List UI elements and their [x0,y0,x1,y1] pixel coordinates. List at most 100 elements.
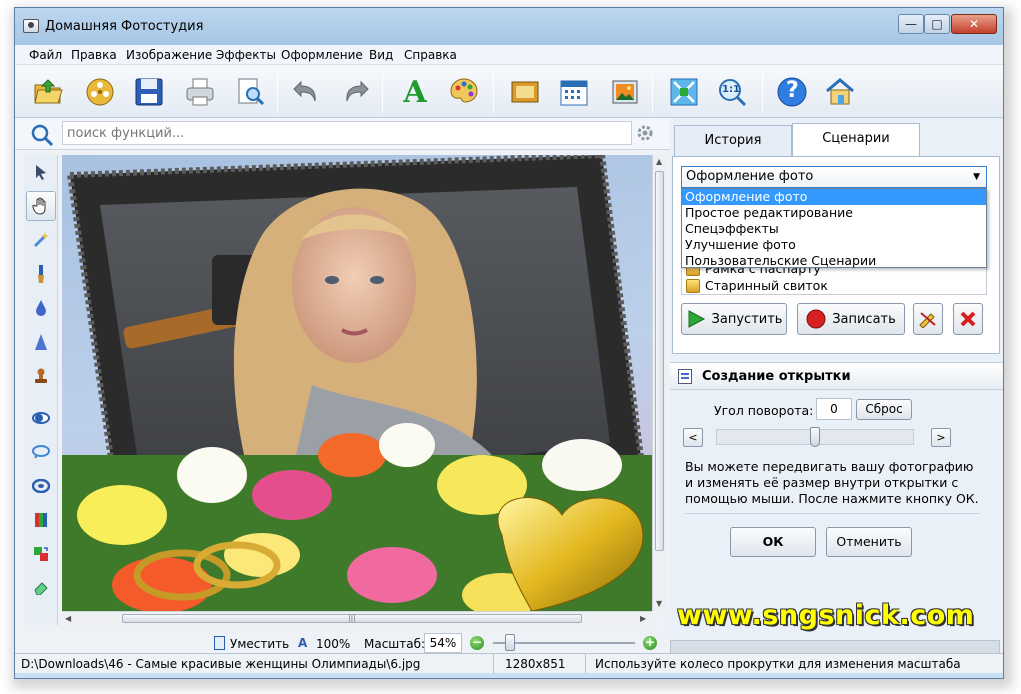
scroll-icon [686,278,700,293]
tab-history[interactable]: История действий [674,125,792,178]
zoom-in-button[interactable]: + [643,636,657,650]
stamp-icon[interactable] [26,361,56,391]
horizontal-scrollbar[interactable]: ◀ ||| ▶ [62,611,652,625]
vertical-scrollbar[interactable]: ▲ ▼ [652,155,666,611]
search-icon[interactable] [30,123,54,150]
delete-scenario-button[interactable] [953,303,983,335]
pointer-icon[interactable] [26,157,56,187]
photo-canvas[interactable] [62,155,652,611]
run-button[interactable]: Запустить [681,303,787,335]
postcard-help-text: Вы можете передвигать вашу фотографию и … [685,459,979,506]
eraser-icon[interactable] [26,573,56,603]
zoom-out-button[interactable]: − [470,636,484,650]
scroll-right-icon[interactable]: ▶ [640,614,646,623]
hand-icon[interactable] [26,191,56,221]
zoom-slider-thumb[interactable] [505,634,516,651]
close-button[interactable]: ✕ [951,14,997,34]
rotate-left-button[interactable]: < [683,428,703,447]
image-dimensions: 1280x851 [505,657,566,671]
ring-icon[interactable] [26,471,56,501]
dropdown-option[interactable]: Спецэффекты [682,221,986,237]
reset-button[interactable]: Сброс [856,399,912,420]
menu-edit[interactable]: Правка [71,48,117,62]
menu-file[interactable]: Файл [29,48,62,62]
save-disk-icon[interactable] [132,75,166,109]
fit-icon[interactable] [214,636,225,650]
open-folder-icon[interactable] [31,75,65,109]
print-icon[interactable] [183,75,217,109]
app-window: Домашняя Фотостудия — □ ✕ Файл Правка Из… [14,7,1004,679]
fit-window-icon[interactable] [667,75,701,109]
scroll-down-icon[interactable]: ▼ [656,599,662,608]
status-hint: Используйте колесо прокрутки для изменен… [595,657,961,671]
text-icon-letter: A [403,74,427,110]
pencil-icon [919,312,936,328]
preview-icon[interactable] [233,75,267,109]
color-bars-icon[interactable] [26,505,56,535]
maximize-button[interactable]: □ [924,14,950,34]
actual-size-icon[interactable]: 1:1 [715,75,749,109]
rotate-right-button[interactable]: > [931,428,951,447]
film-reel-icon[interactable] [83,75,117,109]
search-bar [15,118,670,150]
tools-panel [24,155,58,625]
drop-icon[interactable] [26,293,56,323]
minimize-button[interactable]: — [898,14,924,34]
main-toolbar: A 1:1 ? [15,65,1003,118]
frame-icon[interactable] [508,75,542,109]
menu-help[interactable]: Справка [404,48,457,62]
actual-size-small-icon[interactable]: A [298,636,307,650]
help-icon-glyph: ? [786,78,799,103]
calendar-icon[interactable] [557,75,591,109]
panel-scrollbar[interactable] [670,640,1000,654]
lasso-icon[interactable] [26,437,56,467]
redo-icon[interactable] [338,75,372,109]
undo-icon[interactable] [290,75,324,109]
scenario-dropdown[interactable]: Оформление фото ▼ [681,166,987,188]
postcard-icon[interactable] [608,75,642,109]
help-icon[interactable]: ? [775,75,809,109]
fit-button[interactable]: Уместить [230,637,289,651]
divider [685,513,980,514]
menu-image[interactable]: Изображение [126,48,212,62]
rotation-input[interactable]: 0 [816,398,852,420]
dropdown-option[interactable]: Оформление фото [682,189,986,205]
scale-value-field[interactable]: 54% [424,633,462,653]
record-button[interactable]: Записать [797,303,905,335]
dropdown-option[interactable]: Улучшение фото [682,237,986,253]
play-icon [688,310,705,328]
workspace: ▲ ▼ ◀ ||| ▶ Уместить A 100% Масштаб: 54%… [15,118,670,663]
cancel-button[interactable]: Отменить [826,527,912,557]
sharpen-icon[interactable] [26,327,56,357]
menu-design[interactable]: Оформление [281,48,363,62]
scroll-left-icon[interactable]: ◀ [65,614,71,623]
horizontal-scroll-thumb[interactable]: ||| [122,614,582,623]
menu-view[interactable]: Вид [369,48,393,62]
scroll-up-icon[interactable]: ▲ [656,157,662,166]
gear-icon[interactable] [636,124,654,145]
dropdown-option[interactable]: Простое редактирование [682,205,986,221]
zoom-100-button[interactable]: 100% [316,637,350,651]
close-icon [960,311,976,327]
home-icon[interactable] [823,75,857,109]
postcard-section-header: Создание открытки [670,362,1003,390]
ok-button[interactable]: ОК [730,527,816,557]
scenario-dropdown-menu: Оформление фото Простое редактирование С… [681,188,987,268]
edit-scenario-button[interactable] [913,303,943,335]
menu-effects[interactable]: Эффекты [216,48,276,62]
list-item[interactable]: Старинный свиток [686,278,828,293]
ellipse-select-icon[interactable] [26,403,56,433]
scenario-selected-value: Оформление фото [686,169,814,184]
rotation-slider-thumb[interactable] [810,427,820,447]
vertical-scroll-thumb[interactable] [655,171,664,551]
tab-scenarios[interactable]: Сценарии [792,123,920,157]
function-search-input[interactable] [62,121,632,145]
magic-wand-icon[interactable] [26,225,56,255]
actual-size-label: 1:1 [722,84,740,95]
dropdown-option[interactable]: Пользовательские Сценарии [682,253,986,269]
swap-colors-icon[interactable] [26,539,56,569]
palette-icon[interactable] [447,75,481,109]
brush-icon[interactable] [26,259,56,289]
text-icon[interactable]: A [398,74,432,110]
chevron-down-icon[interactable]: ▼ [973,167,980,187]
